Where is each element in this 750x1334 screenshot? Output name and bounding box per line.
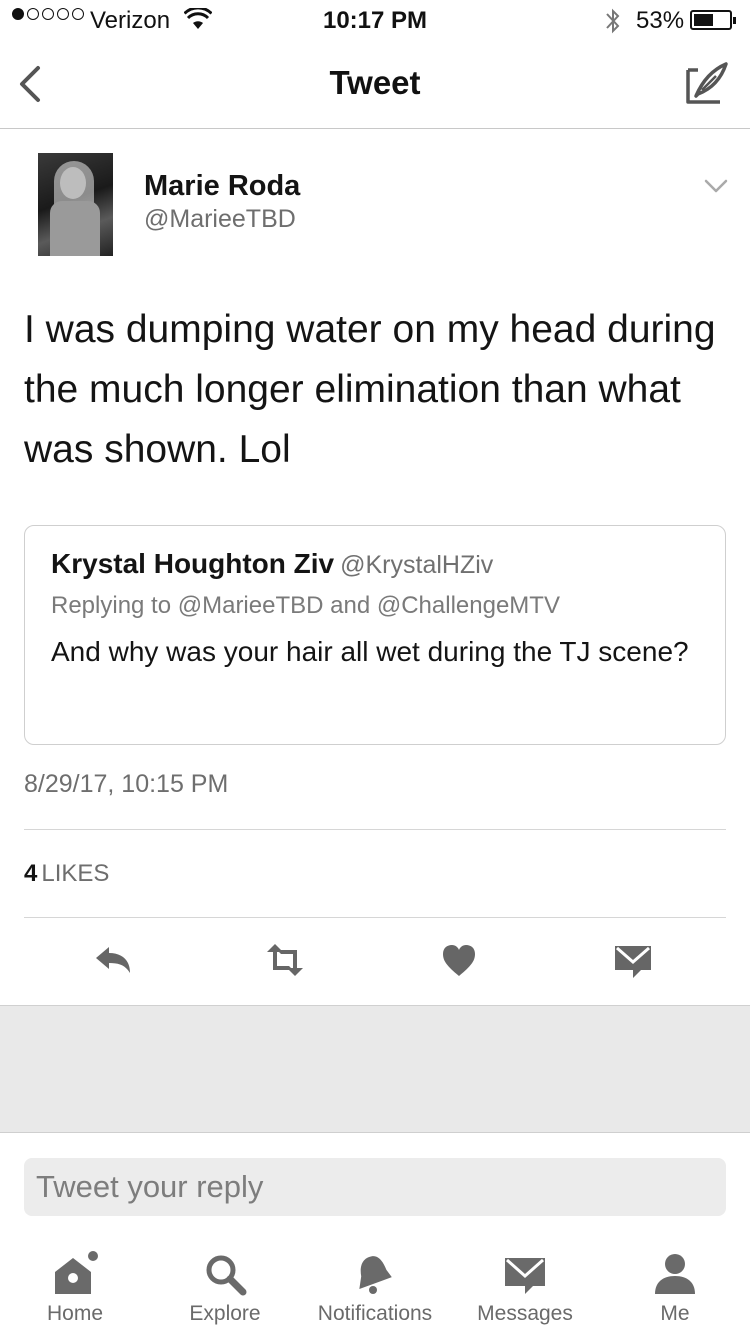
tab-explore-label: Explore xyxy=(189,1302,261,1325)
likes-number: 4 xyxy=(24,860,38,887)
tab-me-label: Me xyxy=(660,1302,690,1325)
tab-home[interactable]: Home xyxy=(0,1240,150,1334)
quoted-author-name: Krystal Houghton Ziv xyxy=(51,548,335,579)
tab-home-label: Home xyxy=(46,1302,104,1325)
bell-icon xyxy=(359,1256,392,1294)
tab-notifications-label: Notifications xyxy=(317,1302,433,1325)
avatar[interactable] xyxy=(38,153,113,256)
battery-icon xyxy=(690,10,736,30)
page-title: Tweet xyxy=(329,64,421,101)
tab-messages-label: Messages xyxy=(477,1302,573,1325)
likes-label: LIKES xyxy=(41,860,110,887)
nav-bar: Tweet xyxy=(0,40,750,129)
battery-percent: 53% xyxy=(636,7,685,34)
search-icon xyxy=(206,1255,247,1296)
person-icon xyxy=(655,1254,695,1294)
compose-tweet-icon[interactable] xyxy=(682,60,730,108)
reply-input[interactable] xyxy=(24,1158,726,1216)
chevron-down-icon[interactable] xyxy=(702,176,730,196)
likes-count[interactable]: 4 LIKES xyxy=(24,860,109,888)
tweet-timestamp: 8/29/17, 10:15 PM xyxy=(24,770,229,798)
home-icon xyxy=(55,1251,98,1294)
direct-message-icon[interactable] xyxy=(611,940,655,980)
quoted-tweet-text: And why was your hair all wet during the… xyxy=(51,636,689,667)
quoted-author: Krystal Houghton Ziv @KrystalHZiv xyxy=(51,548,493,580)
retweet-icon[interactable] xyxy=(263,940,307,980)
tab-bar: Home Explore Notifications Messages Me xyxy=(0,1240,750,1334)
tab-me[interactable]: Me xyxy=(600,1240,750,1334)
quoted-replying-to: Replying to @MarieeTBD and @ChallengeMTV xyxy=(51,592,560,619)
heart-icon[interactable] xyxy=(437,940,481,980)
tweet-text: I was dumping water on my head during th… xyxy=(24,308,716,471)
author-handle[interactable]: @MarieeTBD xyxy=(144,205,296,234)
quoted-tweet-card[interactable]: Krystal Houghton Ziv @KrystalHZiv Replyin… xyxy=(24,525,726,745)
divider xyxy=(24,829,726,830)
tab-messages[interactable]: Messages xyxy=(450,1240,600,1334)
tab-explore[interactable]: Explore xyxy=(150,1240,300,1334)
divider xyxy=(24,917,726,918)
bluetooth-icon xyxy=(606,8,620,34)
envelope-icon xyxy=(505,1258,545,1294)
reply-icon[interactable] xyxy=(92,940,136,980)
tab-notifications[interactable]: Notifications xyxy=(300,1240,450,1334)
empty-replies-area xyxy=(0,1005,750,1133)
quoted-author-handle: @KrystalHZiv xyxy=(340,551,494,579)
status-bar: Verizon 10:17 PM 53% xyxy=(0,0,750,40)
author-name[interactable]: Marie Roda xyxy=(144,170,300,203)
